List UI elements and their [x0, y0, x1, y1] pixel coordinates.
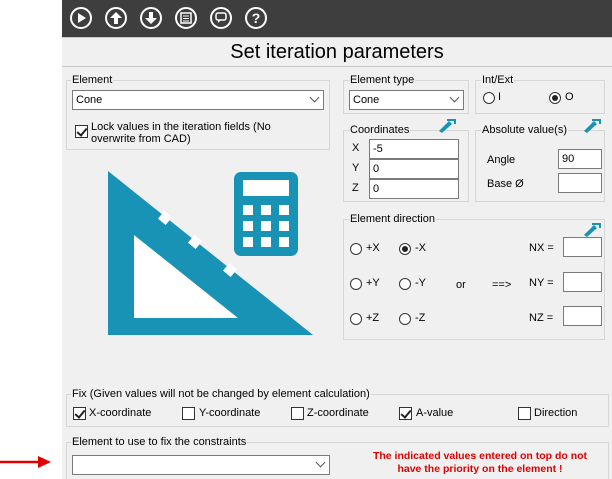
move-down-button[interactable] [140, 7, 162, 29]
radio-plus-x[interactable] [350, 243, 362, 255]
fix-y-checkbox[interactable] [182, 407, 195, 420]
element-type-value: Cone [353, 94, 380, 106]
help-icon: ? [251, 10, 261, 26]
coord-x-label: X [352, 142, 360, 154]
priority-warning: The indicated values entered on top do n… [360, 450, 600, 476]
lock-values-checkbox[interactable] [75, 125, 88, 138]
radio-minus-x-label: -X [415, 242, 426, 254]
nx-label: NX = [529, 242, 554, 254]
chevron-down-icon [449, 92, 460, 103]
fix-x-label: X-coordinate [89, 407, 152, 419]
nz-label: NZ = [529, 312, 554, 324]
element-type-select[interactable]: Cone [349, 90, 464, 110]
base-label: Base Ø [487, 178, 524, 190]
nz-input[interactable] [563, 306, 602, 326]
radio-int[interactable] [483, 92, 495, 104]
toolbar: ? [62, 0, 612, 37]
radio-int-label: I [498, 91, 502, 103]
arrow-down-icon [145, 12, 157, 24]
coord-x-input[interactable]: -5 [369, 139, 459, 159]
lock-values-label: Lock values in the iteration fields (No … [91, 121, 271, 145]
element-select-value: Cone [76, 94, 103, 106]
or-label: or [456, 279, 466, 291]
radio-ext[interactable] [549, 92, 561, 104]
fix-x-checkbox[interactable] [73, 407, 86, 420]
radio-plus-z-label: +Z [366, 312, 380, 324]
radio-plus-y-label: +Y [366, 277, 380, 289]
calipers-icon[interactable] [582, 222, 602, 238]
comment-button[interactable] [210, 7, 232, 29]
constraint-label: Element to use to fix the constraints [71, 436, 248, 448]
fix-y-label: Y-coordinate [199, 407, 261, 419]
angle-input[interactable]: 90 [558, 149, 602, 169]
warning-line-2: have the priority on the element ! [397, 463, 563, 475]
fix-z-label: Z-coordinate [307, 407, 369, 419]
fix-direction-label: Direction [534, 407, 578, 419]
coord-y-label: Y [352, 162, 360, 174]
radio-plus-z[interactable] [350, 313, 362, 325]
nx-input[interactable] [563, 237, 602, 257]
pointer-arrow-icon [0, 456, 51, 468]
calipers-icon[interactable] [437, 118, 457, 134]
list-button[interactable] [175, 7, 197, 29]
play-icon [78, 13, 86, 23]
angle-label: Angle [487, 154, 516, 166]
radio-plus-y[interactable] [350, 278, 362, 290]
radio-minus-z[interactable] [399, 313, 411, 325]
fix-a-label: A-value [416, 407, 454, 419]
list-icon [180, 12, 192, 24]
coord-y-input[interactable]: 0 [369, 159, 459, 179]
fix-direction-checkbox[interactable] [518, 407, 531, 420]
arrow-up-icon [110, 12, 122, 24]
coord-z-label: Z [352, 182, 359, 194]
radio-minus-y[interactable] [399, 278, 411, 290]
chevron-down-icon [309, 92, 320, 103]
calipers-icon[interactable] [582, 118, 602, 134]
base-input[interactable] [558, 173, 602, 193]
radio-minus-x[interactable] [399, 243, 411, 255]
int-ext-label: Int/Ext [481, 74, 515, 86]
direction-label: Element direction [349, 213, 436, 225]
coord-z-input[interactable]: 0 [369, 179, 459, 199]
radio-plus-x-label: +X [366, 242, 380, 254]
play-button[interactable] [70, 7, 92, 29]
help-button[interactable]: ? [245, 7, 267, 29]
absolute-values-label: Absolute value(s) [481, 124, 568, 136]
element-select[interactable]: Cone [72, 90, 324, 110]
arrow-label: ==> [492, 279, 512, 291]
chevron-down-icon [315, 457, 326, 468]
page-title: Set iteration parameters [62, 37, 612, 67]
fix-label: Fix (Given values will not be changed by… [71, 388, 371, 400]
comment-icon [215, 12, 227, 23]
calculator-icon [234, 172, 298, 256]
constraint-select[interactable] [72, 455, 330, 475]
radio-minus-y-label: -Y [415, 277, 426, 289]
element-label: Element [71, 74, 114, 86]
fix-z-checkbox[interactable] [291, 407, 304, 420]
radio-minus-z-label: -Z [415, 312, 426, 324]
ny-input[interactable] [563, 272, 602, 292]
coordinates-label: Coordinates [349, 124, 411, 136]
warning-line-1: The indicated values entered on top do n… [372, 450, 588, 462]
radio-ext-label: O [565, 91, 574, 103]
ny-label: NY = [529, 277, 554, 289]
element-type-label: Element type [349, 74, 416, 86]
fix-a-checkbox[interactable] [399, 407, 412, 420]
move-up-button[interactable] [105, 7, 127, 29]
